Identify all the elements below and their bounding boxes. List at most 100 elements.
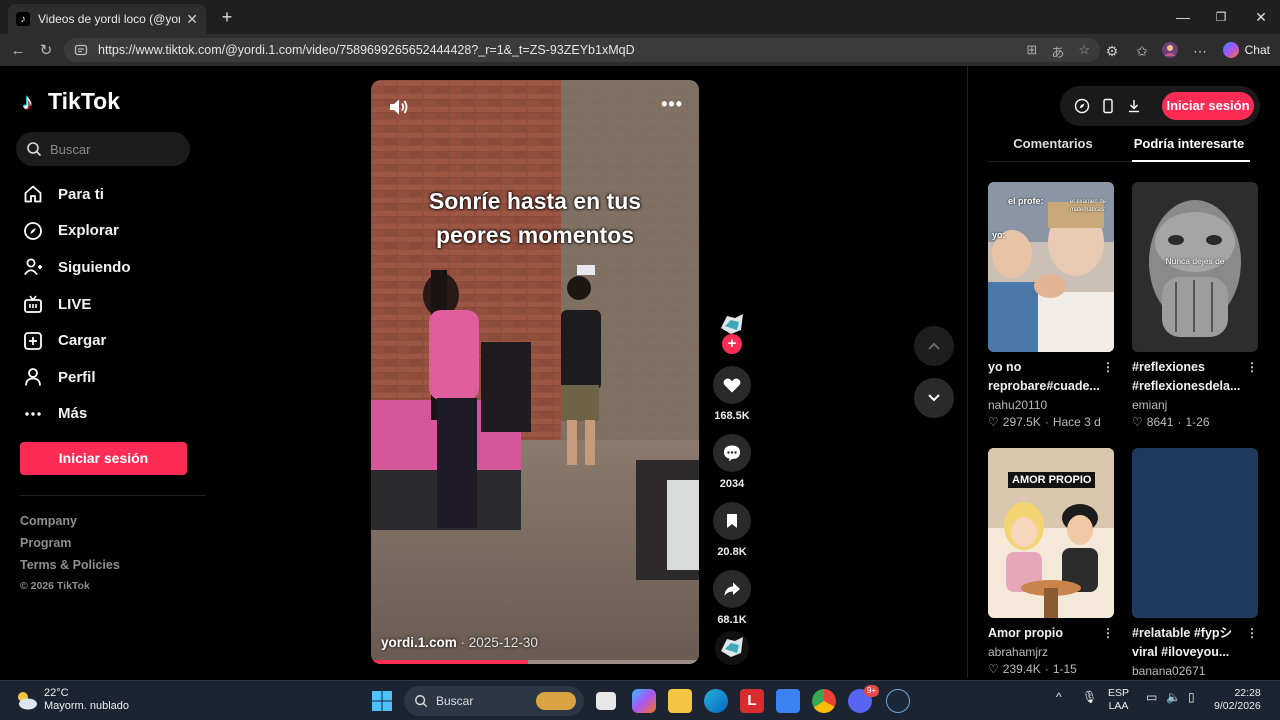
video-player[interactable]: ••• Sonríe hasta en tus peores momentos … [371,80,699,664]
video-title[interactable]: yo no reprobare#cuade... ⋮ [988,358,1114,396]
sidebar-nav: Para ti Explorar Siguiendo LIVE Cargar P… [22,176,202,432]
favorites-icon[interactable]: ✩ [1132,41,1152,61]
save-action[interactable]: 20.8K [710,502,754,558]
edge-browser-icon[interactable] [704,689,728,713]
site-info-icon[interactable] [74,43,88,57]
back-icon[interactable]: ← [6,38,30,62]
author-handle[interactable]: yordi.1.com [381,635,457,650]
video-creator[interactable]: abrahamjrz [988,644,1114,661]
favorite-star-icon[interactable]: ☆ [1078,42,1090,61]
video-creator[interactable]: emianj [1132,397,1258,414]
language-indicator[interactable]: ESP LAA [1108,687,1129,713]
tab-close-icon[interactable]: ✕ [186,11,198,28]
card-more-icon[interactable]: ⋮ [1246,358,1258,377]
windows-start-icon[interactable] [370,689,394,713]
window-close-icon[interactable]: ✕ [1238,0,1280,34]
volume-tray-icon[interactable]: 🔈 [1166,691,1181,704]
suggested-video-card[interactable]: AMOR PROPIO Amor propio ⋮ abrahamjrz ♡ 239… [988,448,1114,678]
footer-program-link[interactable]: Program [20,532,120,554]
card-more-icon[interactable]: ⋮ [1102,358,1114,377]
video-thumbnail[interactable] [1132,448,1258,618]
split-screen-icon[interactable]: ⊞ [1026,42,1037,61]
sidebar-item-cargar[interactable]: Cargar [22,322,202,359]
sidebar-divider [20,495,206,496]
weather-widget[interactable]: 22°C Mayorm. nublado [14,687,129,713]
save-count: 20.8K [717,546,747,558]
video-thumbnail[interactable]: AMOR PROPIO [988,448,1114,618]
tray-expand-icon[interactable]: ^ [1056,691,1062,704]
browser-tab[interactable]: ♪ Videos de yordi loco (@yordi.1.com ✕ [8,4,206,34]
translate-icon[interactable]: あ [1051,42,1064,61]
follow-plus-button[interactable]: + [722,334,742,354]
download-icon[interactable] [1126,98,1142,114]
date-separator: · [456,635,469,650]
video-creator[interactable]: nahu20110 [988,397,1114,414]
video-thumbnail[interactable]: el profe: yo: el examen de matemáticas: [988,182,1114,352]
windows-taskbar: 22°C Mayorm. nublado Buscar L 9+ ^ 🎙 ESP… [0,680,1280,720]
video-more-options-icon[interactable]: ••• [661,94,683,115]
suggested-video-card[interactable]: Nunca dejes de #reflexiones #reflexiones… [1132,182,1258,431]
previous-video-button[interactable] [914,326,954,366]
search-icon [27,142,42,157]
mail-app-icon[interactable] [776,689,800,713]
header-login-button[interactable]: Iniciar sesión [1162,92,1254,120]
sidebar-item-live[interactable]: LIVE [22,286,202,323]
home-icon [22,183,44,205]
video-author-info[interactable]: yordi.1.com · 2025-12-30 [381,635,538,650]
chrome-browser-icon[interactable] [812,689,836,713]
sidebar-item-mas[interactable]: Más [22,396,202,433]
share-action[interactable]: 68.1K [710,570,754,626]
sidebar-item-label: LIVE [58,295,92,313]
steam-icon[interactable] [886,689,910,713]
explore-compass-icon[interactable] [1074,98,1090,114]
suggested-video-card[interactable]: #relatable #fypシ viral #iloveyou... ⋮ ban… [1132,448,1258,678]
volume-icon[interactable] [387,96,409,118]
copilot-chat-button[interactable]: Chat [1222,39,1270,61]
clock[interactable]: 22:28 9/02/2026 [1214,687,1261,713]
footer-terms-link[interactable]: Terms & Policies [20,554,120,576]
sidebar-item-siguiendo[interactable]: Siguiendo [22,249,202,286]
tab-podria-interesarte[interactable]: Podría interesarte [1124,136,1254,151]
app-l-icon[interactable]: L [740,689,764,713]
card-more-icon[interactable]: ⋮ [1102,624,1114,643]
search-input[interactable]: Buscar [16,132,190,166]
video-stats: ♡ 239.4K · 1-15 [988,661,1114,678]
video-creator[interactable]: banana02671 [1132,663,1258,678]
sidebar-item-explorar[interactable]: Explorar [22,213,202,250]
language-code: ESP [1108,687,1130,699]
extensions-icon[interactable]: ⚙ [1102,41,1122,61]
url-field[interactable]: https://www.tiktok.com/@yordi.1.com/vide… [64,38,1100,62]
task-view-icon[interactable] [596,692,616,710]
time: 22:28 [1234,687,1261,699]
card-more-icon[interactable]: ⋮ [1246,624,1258,643]
suggested-video-card[interactable]: el profe: yo: el examen de matemáticas: … [988,182,1114,431]
video-progress-bar[interactable] [371,660,699,664]
music-disc-icon[interactable] [714,630,750,666]
video-title[interactable]: #relatable #fypシ viral #iloveyou... ⋮ [1132,624,1258,662]
reload-icon[interactable]: ↻ [34,38,58,62]
sidebar-item-perfil[interactable]: Perfil [22,359,202,396]
file-explorer-icon[interactable] [668,689,692,713]
copilot-app-icon[interactable] [632,689,656,713]
browser-menu-icon[interactable]: ⋯ [1190,41,1210,61]
login-button[interactable]: Iniciar sesión [20,442,187,475]
battery-icon[interactable]: ▯ [1188,691,1195,704]
sidebar-item-para-ti[interactable]: Para ti [22,176,202,213]
comment-action[interactable]: 2034 [710,434,754,490]
tiktok-logo[interactable]: ♪ TikTok [22,88,120,115]
microphone-icon[interactable]: 🎙 [1082,691,1097,704]
like-action[interactable]: 168.5K [710,366,754,422]
mobile-app-icon[interactable] [1100,98,1116,114]
video-title[interactable]: Amor propio ⋮ [988,624,1114,643]
next-video-button[interactable] [914,378,954,418]
footer-company-link[interactable]: Company [20,510,120,532]
video-thumbnail[interactable]: Nunca dejes de [1132,182,1258,352]
network-icon[interactable]: ▭ [1146,691,1157,704]
search-placeholder: Buscar [50,141,91,157]
taskbar-search[interactable]: Buscar [404,686,584,716]
profile-avatar-icon[interactable] [1160,41,1180,61]
new-tab-button[interactable]: + [216,6,238,28]
tab-comentarios[interactable]: Comentarios [988,136,1118,151]
video-title[interactable]: #reflexiones #reflexionesdela... ⋮ [1132,358,1258,396]
creator-avatar[interactable]: + [710,306,754,354]
